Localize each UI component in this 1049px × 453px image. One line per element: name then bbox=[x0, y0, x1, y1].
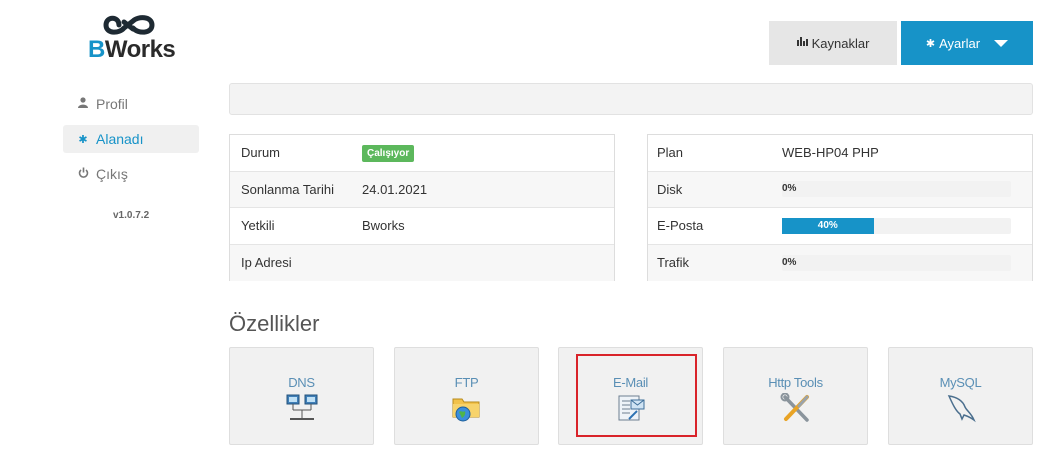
version-label: v1.0.7.2 bbox=[113, 210, 150, 221]
info-key: Disk bbox=[657, 181, 683, 197]
table-row: Yetkili Bworks bbox=[230, 208, 614, 245]
progress-label: 0% bbox=[782, 256, 797, 268]
sidebar-item-label: Alanadı bbox=[96, 131, 144, 147]
info-key: Yetkili bbox=[241, 218, 275, 234]
info-key: E-Posta bbox=[657, 218, 704, 234]
table-row: Ip Adresi bbox=[230, 244, 614, 281]
feature-label: FTP bbox=[454, 375, 479, 390]
info-key: Ip Adresi bbox=[241, 255, 292, 271]
sidebar-item-label: Çıkış bbox=[96, 166, 128, 182]
folder-globe-icon bbox=[452, 398, 479, 422]
sidebar-item-label: Profil bbox=[96, 96, 128, 112]
sidebar-item-alanadi[interactable]: ✱ Alanadı bbox=[63, 125, 199, 153]
table-row: Trafik 0% bbox=[648, 244, 1032, 281]
features-title: Özellikler bbox=[229, 311, 320, 336]
feature-http-tools[interactable]: Http Tools bbox=[723, 347, 868, 445]
table-row: Plan WEB-HP04 PHP bbox=[648, 135, 1032, 172]
gear-icon: ✱ bbox=[78, 133, 88, 146]
disk-progress-bar: 0% bbox=[782, 181, 1011, 198]
feature-ftp[interactable]: FTP bbox=[394, 347, 539, 445]
tools-icon bbox=[780, 393, 809, 422]
infinity-logo-icon bbox=[103, 15, 155, 35]
progress-label: 0% bbox=[782, 183, 797, 195]
account-info-panel: Durum Çalışıyor Sonlanma Tarihi 24.01.20… bbox=[229, 134, 615, 281]
brand-name: BWorks bbox=[88, 36, 176, 63]
caret-down-icon bbox=[994, 39, 1009, 47]
feature-label: MySQL bbox=[939, 375, 982, 390]
resources-button[interactable]: Kaynaklar bbox=[769, 21, 897, 65]
dolphin-icon bbox=[947, 395, 976, 423]
sidebar-item-profil[interactable]: Profil bbox=[63, 90, 199, 118]
brand-logo[interactable]: BWorks bbox=[88, 12, 178, 64]
bar-chart-icon bbox=[796, 37, 808, 49]
resources-label: Kaynaklar bbox=[811, 35, 870, 51]
table-row: Sonlanma Tarihi 24.01.2021 bbox=[230, 171, 614, 208]
info-key: Plan bbox=[657, 145, 684, 161]
plan-info-panel: Plan WEB-HP04 PHP Disk 0% E-Posta 40% Tr… bbox=[647, 134, 1033, 281]
settings-dropdown-button[interactable]: ✱ Ayarlar bbox=[901, 21, 1033, 65]
feature-label: Http Tools bbox=[768, 375, 823, 390]
sidebar-item-cikis[interactable]: Çıkış bbox=[63, 160, 199, 188]
table-row: E-Posta 40% bbox=[648, 208, 1032, 245]
power-icon bbox=[77, 167, 89, 181]
gear-icon: ✱ bbox=[925, 37, 936, 50]
table-row: Durum Çalışıyor bbox=[230, 135, 614, 172]
email-progress-bar: 40% bbox=[782, 217, 1011, 234]
info-value: 24.01.2021 bbox=[362, 181, 428, 197]
feature-mysql[interactable]: MySQL bbox=[888, 347, 1033, 445]
info-key: Trafik bbox=[657, 255, 690, 271]
traffic-progress-bar: 0% bbox=[782, 254, 1011, 271]
status-badge: Çalışıyor bbox=[362, 144, 415, 162]
info-value: Bworks bbox=[362, 218, 405, 234]
feature-dns[interactable]: DNS bbox=[229, 347, 374, 445]
info-key: Durum bbox=[241, 145, 281, 161]
breadcrumb bbox=[229, 83, 1033, 115]
info-key: Sonlanma Tarihi bbox=[241, 181, 334, 197]
email-highlight-box bbox=[576, 354, 697, 437]
user-icon bbox=[77, 97, 89, 111]
settings-label: Ayarlar bbox=[939, 35, 981, 51]
feature-label: DNS bbox=[288, 375, 315, 390]
table-row: Disk 0% bbox=[648, 171, 1032, 208]
progress-label: 40% bbox=[817, 219, 838, 231]
network-icon bbox=[286, 394, 317, 420]
sidebar: Profil ✱ Alanadı Çıkış bbox=[63, 90, 199, 195]
plan-value: WEB-HP04 PHP bbox=[782, 145, 879, 161]
